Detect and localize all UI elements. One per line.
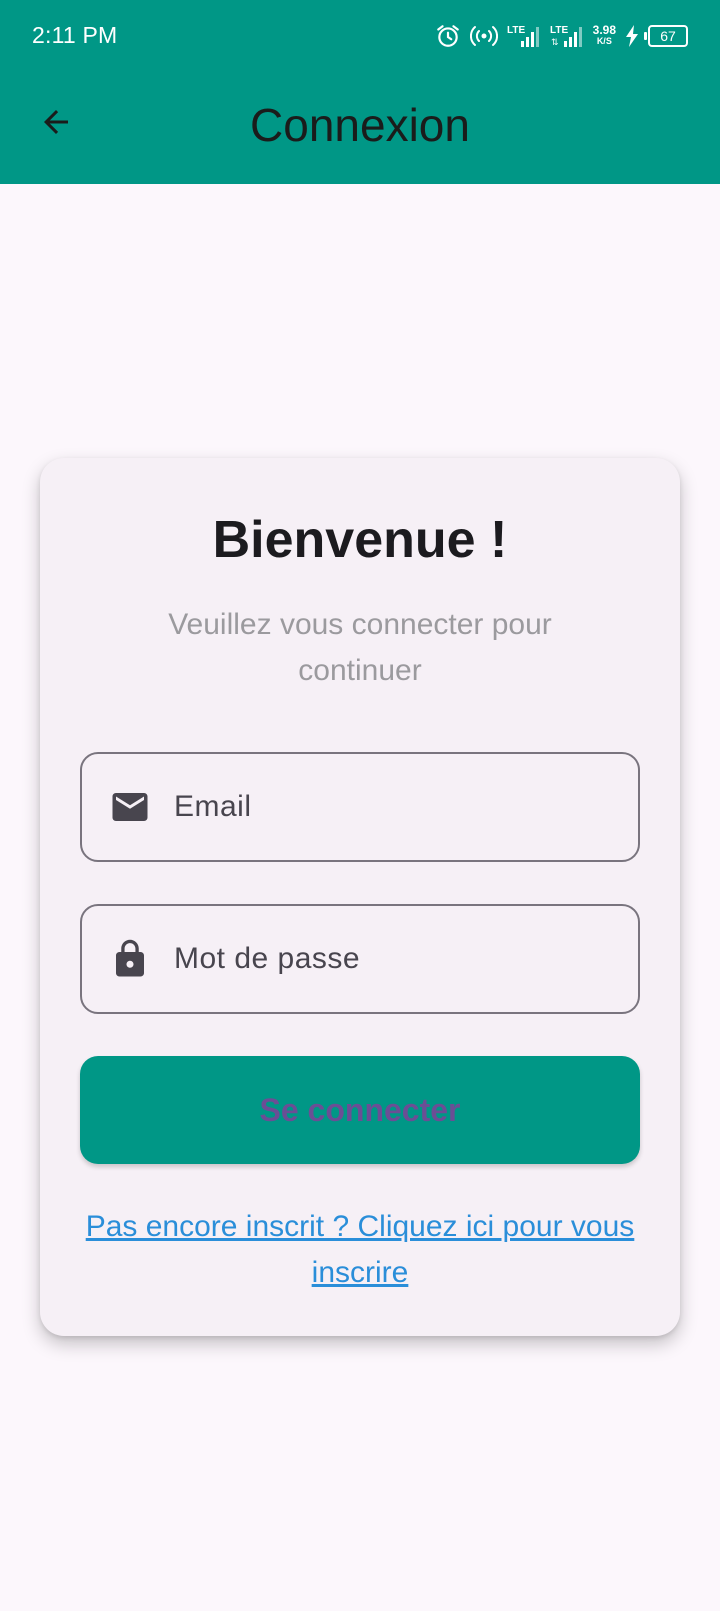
hotspot-icon: [469, 24, 498, 48]
password-field[interactable]: Mot de passe: [80, 904, 640, 1014]
svg-text:LTE: LTE: [507, 25, 525, 36]
network-speed-unit: K/S: [596, 36, 612, 46]
mail-icon: [108, 785, 152, 829]
login-card: Bienvenue ! Veuillez vous connecter pour…: [40, 458, 680, 1336]
welcome-title: Bienvenue !: [212, 511, 508, 569]
svg-text:LTE: LTE: [550, 25, 568, 36]
login-button[interactable]: Se connecter: [80, 1056, 640, 1164]
svg-text:⇅: ⇅: [551, 37, 559, 47]
lte-signal-icon: LTE: [507, 23, 541, 49]
email-field[interactable]: Email: [80, 752, 640, 862]
email-field-label: Email: [174, 790, 252, 823]
battery-icon: 67: [644, 25, 688, 47]
charging-icon: [625, 25, 639, 47]
status-time: 2:11 PM: [32, 22, 118, 48]
welcome-subtitle: Veuillez vous connecter pour continuer: [168, 608, 552, 687]
password-field-label: Mot de passe: [174, 942, 361, 975]
status-icons: LTE LTE ⇅ 3.98 K/S 67: [435, 20, 688, 52]
network-speed: 3.98 K/S: [592, 23, 616, 47]
network-speed-value: 3.98: [592, 23, 616, 37]
signup-link[interactable]: Pas encore inscrit ? Cliquez ici pour vo…: [80, 1204, 640, 1296]
lte-signal-icon: LTE ⇅: [550, 23, 584, 49]
top-bar-background: 2:11 PM LTE LTE ⇅ 3.98 K/S 67 Connexion: [0, 0, 720, 184]
lock-icon: [108, 937, 152, 981]
battery-level: 67: [660, 28, 676, 44]
page-title: Connexion: [250, 99, 470, 151]
status-bar: 2:11 PM LTE LTE ⇅ 3.98 K/S 67: [0, 0, 720, 72]
alarm-icon: [435, 23, 461, 49]
app-bar: Connexion: [0, 72, 720, 184]
